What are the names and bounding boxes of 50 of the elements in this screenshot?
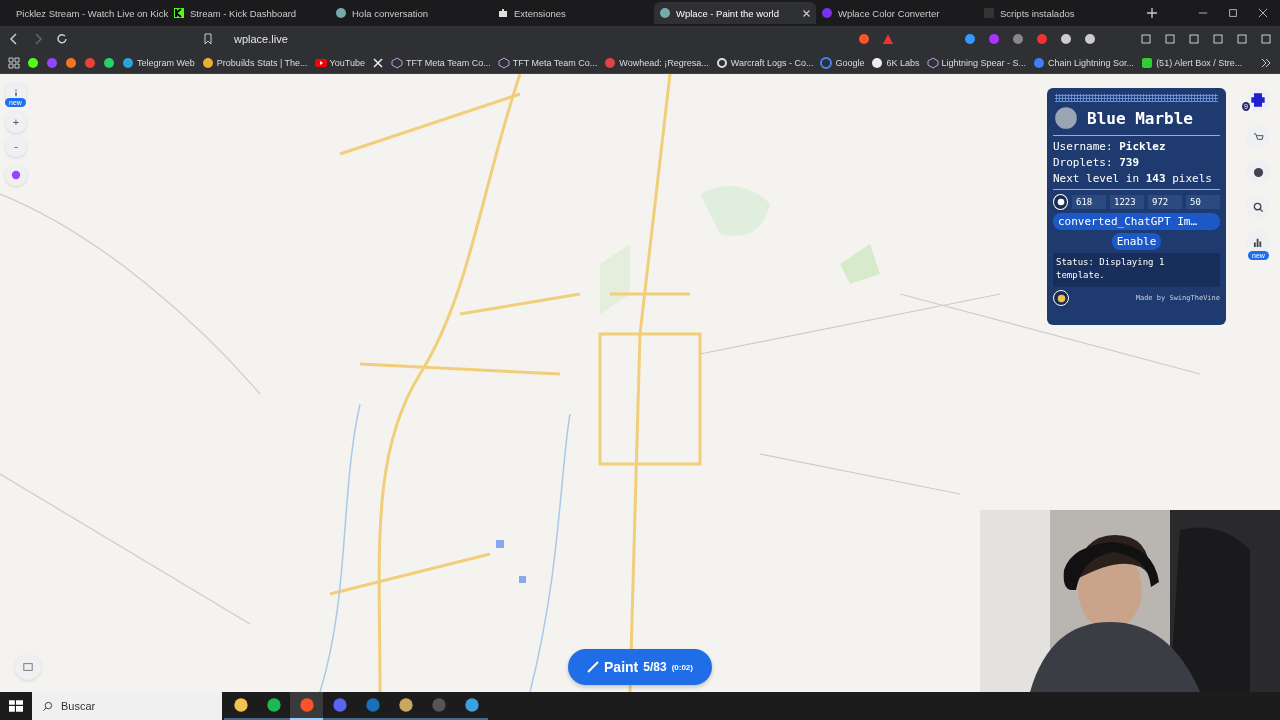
browser-tab[interactable]: Wplace Color Converter — [816, 2, 978, 24]
toolbar-icon — [1188, 33, 1200, 45]
hexagon-icon — [926, 56, 939, 69]
browser-tab[interactable]: Stream - Kick Dashboard — [168, 2, 330, 24]
browser-tab[interactable]: Wplace - Paint the world — [654, 2, 816, 24]
bookmark-link[interactable]: Telegram Web — [122, 56, 195, 69]
bookmark-link[interactable]: TFT Meta Team Co... — [497, 56, 598, 69]
search-icon — [42, 700, 53, 712]
bookmark-link[interactable]: TFT Meta Team Co... — [390, 56, 491, 69]
back-icon — [8, 33, 20, 45]
hexagon-icon — [390, 56, 403, 69]
play-icon — [314, 56, 327, 69]
square-icon — [1141, 56, 1154, 69]
restore-icon — [1228, 8, 1238, 18]
plus-icon — [1146, 7, 1158, 19]
x-icon — [371, 56, 384, 69]
dot-icon — [871, 56, 884, 69]
toolbar-icon — [1236, 33, 1248, 45]
toolbar-icon — [1212, 33, 1224, 45]
bookmark-link[interactable]: (51) Alert Box / Stre... — [1141, 56, 1243, 69]
chevron-icon — [1260, 56, 1272, 69]
triangle-icon — [882, 33, 894, 45]
browser-tab[interactable]: Scripts instalados — [978, 2, 1140, 24]
bookmark-link[interactable]: Lightning Spear - S... — [926, 56, 1027, 69]
windows-icon — [9, 699, 23, 713]
bookmark-link[interactable]: Chain Lightning Sor... — [1033, 56, 1135, 69]
bookmark-link[interactable]: 6K Labs — [871, 56, 920, 69]
close-icon — [802, 8, 811, 18]
taskbar-app[interactable] — [290, 692, 323, 720]
toolbar-icon — [1164, 33, 1176, 45]
bookmark-icon — [202, 33, 214, 45]
toolbar-icon — [1140, 33, 1152, 45]
search-field[interactable]: Buscar — [32, 692, 222, 720]
dot-icon — [821, 7, 833, 19]
puzzle-icon — [497, 7, 509, 19]
bookmark-link[interactable]: YouTube — [314, 56, 365, 69]
browser-tab[interactable]: Extensiones — [492, 2, 654, 24]
close-icon — [1258, 8, 1268, 18]
bookmark-link[interactable]: Google — [820, 56, 865, 69]
apps-grid-icon — [8, 56, 20, 69]
browser-tab[interactable]: Hola conversation — [330, 2, 492, 24]
bookmark-link[interactable]: Probuilds Stats | The... — [201, 56, 308, 69]
reload-icon — [56, 33, 68, 45]
forward-icon — [32, 33, 44, 45]
browser-tab[interactable]: Picklez Stream - Watch Live on Kick — [6, 2, 168, 24]
bookmark-link[interactable]: Warcraft Logs - Co... — [715, 56, 814, 69]
square-icon — [983, 7, 995, 19]
hexagon-icon — [497, 56, 510, 69]
bookmark-link[interactable]: Wowhead: ¡Regresa... — [604, 56, 709, 69]
toolbar-icon — [1260, 33, 1272, 45]
